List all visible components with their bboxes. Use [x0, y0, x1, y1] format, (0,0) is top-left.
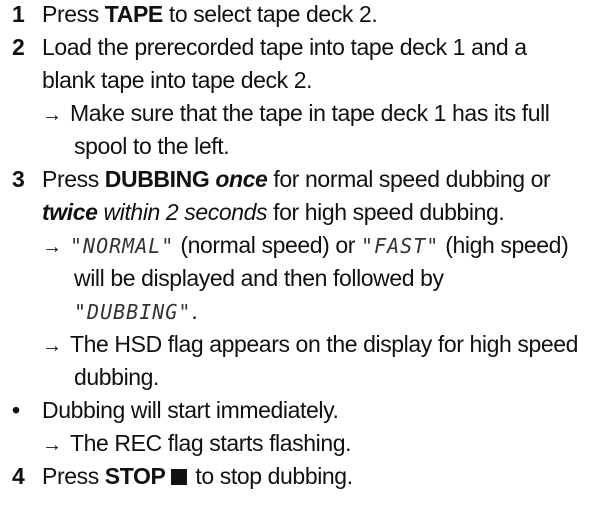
display-dubbing: "DUBBING": [74, 300, 192, 324]
step-2-note-line-2: spool to the left.: [74, 133, 230, 159]
step-3-prefix: Press: [42, 166, 105, 192]
step-1-number: 1: [12, 1, 25, 27]
rec-flag-note: The REC flag starts flashing.: [70, 430, 352, 456]
step-3-note-1-line-3: "DUBBING".: [74, 295, 198, 328]
step-4-prefix: Press: [42, 463, 105, 489]
stop-key: STOP: [104, 463, 166, 489]
step-3-line-1: Press DUBBING once for normal speed dubb…: [42, 163, 551, 195]
step-3-note-2-line-1: → The HSD flag appears on the display for…: [42, 328, 578, 362]
instruction-page: 1 Press TAPE to select tape deck 2. 2 Lo…: [0, 0, 600, 511]
arrow-icon: →: [42, 434, 62, 456]
step-3-line-2: twice within 2 seconds for high speed du…: [42, 196, 505, 228]
step-3-note-1-line-1: → "NORMAL" (normal speed) or "FAST" (high…: [42, 229, 569, 263]
step-3-line-1-suffix: for normal speed dubbing or: [267, 166, 551, 192]
stop-square-icon: [171, 469, 188, 485]
tape-key: TAPE: [104, 1, 163, 27]
arrow-icon: →: [42, 335, 62, 357]
arrow-icon: →: [42, 104, 62, 126]
step-2-note-text-1: Make sure that the tape in tape deck 1 h…: [70, 100, 550, 126]
step-2-number: 2: [12, 34, 25, 60]
step-4-suffix: to stop dubbing.: [195, 463, 353, 489]
step-2-line-1: Load the prerecorded tape into tape deck…: [42, 34, 527, 60]
step-4-text: Press STOP to stop dubbing.: [42, 460, 353, 492]
bullet-text: Dubbing will start immediately.: [42, 397, 339, 423]
bullet-icon: •: [12, 397, 20, 423]
step-3-note-1-line-2: will be displayed and then followed by: [74, 265, 444, 291]
hsd-note-text-1: The HSD flag appears on the display for …: [70, 331, 579, 357]
step-1-text: Press TAPE to select tape deck 2.: [42, 0, 378, 30]
step-2-line-2: blank tape into tape deck 2.: [42, 67, 313, 93]
step-3-line-2-suffix: for high speed dubbing.: [267, 199, 505, 225]
step-3-number: 3: [12, 166, 25, 192]
within-emphasis: within 2 seconds: [97, 199, 268, 225]
step-1-prefix: Press: [42, 1, 105, 27]
high-speed-text: (high speed): [439, 232, 569, 258]
step-3-note-2-line-2: dubbing.: [74, 364, 160, 390]
note-end-period: .: [191, 298, 198, 324]
display-normal: "NORMAL": [70, 234, 175, 258]
once-emphasis: once: [215, 166, 268, 192]
display-fast: "FAST": [361, 234, 440, 258]
twice-emphasis: twice: [42, 199, 98, 225]
bullet-note-line: → The REC flag starts flashing.: [42, 427, 352, 461]
step-4-number: 4: [12, 463, 25, 489]
step-2-note-line-1: → Make sure that the tape in tape deck 1 …: [42, 97, 550, 131]
step-1-suffix: to select tape deck 2.: [162, 1, 378, 27]
arrow-icon: →: [42, 236, 62, 258]
normal-speed-text: (normal speed) or: [174, 232, 362, 258]
dubbing-key: DUBBING: [104, 166, 210, 192]
